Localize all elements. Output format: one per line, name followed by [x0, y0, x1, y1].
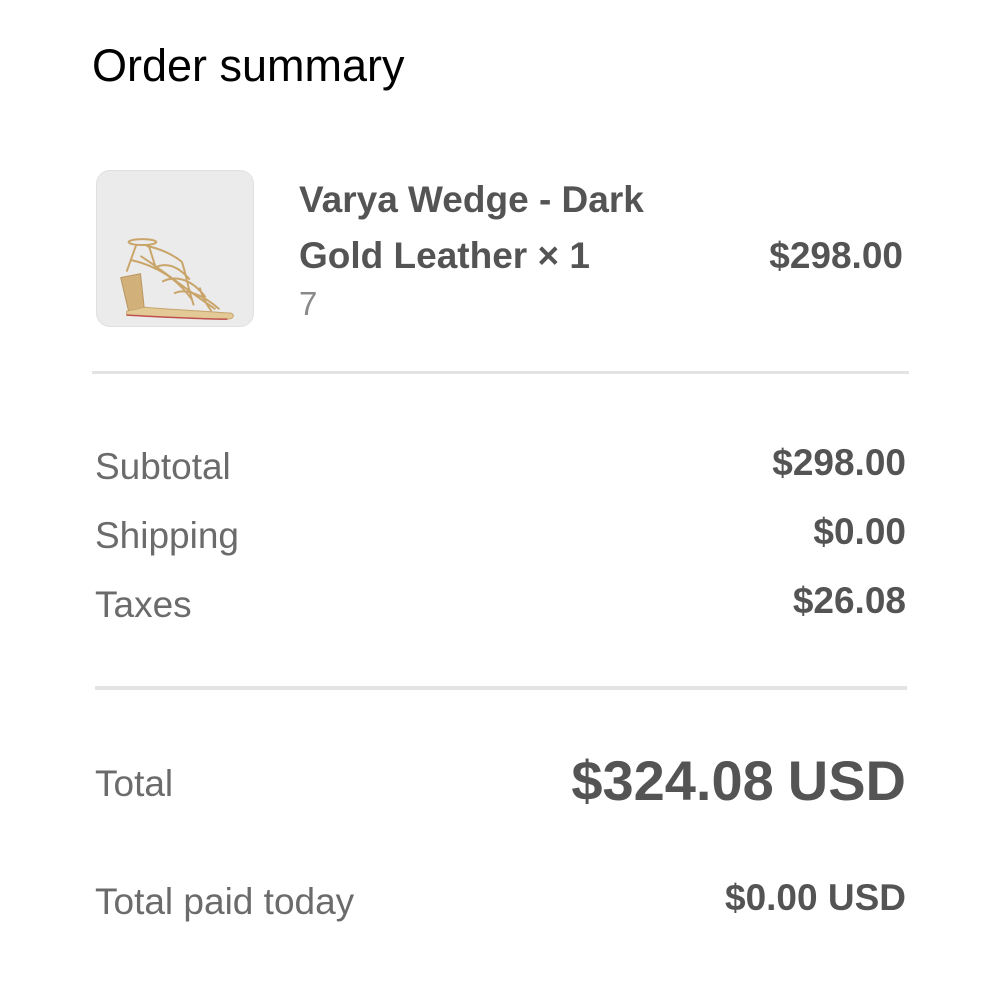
shipping-label: Shipping: [95, 515, 240, 556]
sandal-product-image: [120, 238, 234, 320]
total-paid-today-label: Total paid today: [95, 881, 355, 922]
taxes-label: Taxes: [95, 584, 192, 625]
divider: [92, 371, 909, 374]
divider: [95, 686, 907, 690]
total-label: Total: [95, 763, 174, 804]
subtotal-label: Subtotal: [95, 446, 231, 487]
product-variant: 7: [299, 285, 318, 322]
total-currency: USD: [787, 749, 906, 812]
product-thumbnail[interactable]: [96, 170, 254, 327]
total-value: $324.08 USD: [571, 748, 906, 814]
shipping-value: $0.00: [813, 511, 906, 552]
product-price: $298.00: [769, 235, 903, 276]
total-paid-today-value: $0.00 USD: [725, 877, 906, 918]
page-title: Order summary: [92, 40, 405, 91]
taxes-value: $26.08: [792, 580, 906, 621]
subtotal-value: $298.00: [772, 442, 906, 483]
product-name: Varya Wedge - Dark Gold Leather × 1: [299, 179, 644, 276]
total-amount: $324.08: [571, 749, 774, 812]
